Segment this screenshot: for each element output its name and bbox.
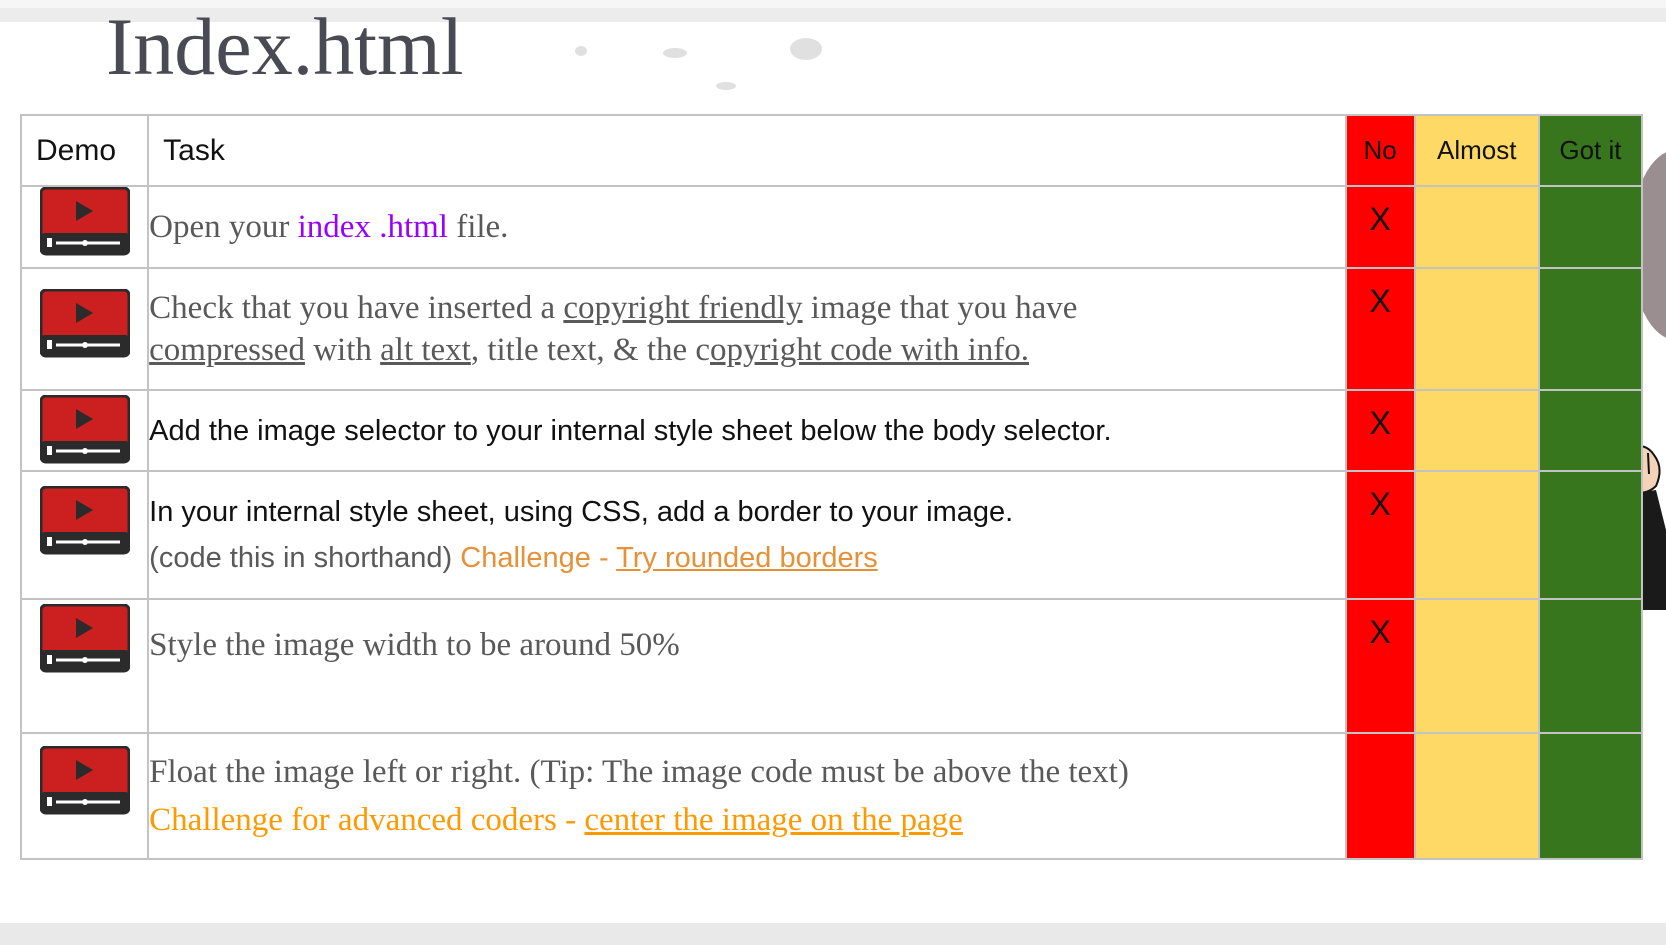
task-cell: Float the image left or right. (Tip: The… (147, 732, 1347, 860)
video-play-icon[interactable] (39, 289, 130, 359)
status-got-it-cell[interactable] (1537, 389, 1644, 472)
challenge-label: Challenge - (460, 542, 617, 574)
status-almost-cell[interactable] (1413, 732, 1540, 860)
task-cell: Style the image width to be around 50% (147, 598, 1347, 734)
task-text: , title text, & the c (470, 332, 711, 368)
demo-cell[interactable] (19, 185, 150, 269)
decorative-dot (790, 38, 822, 60)
task-text: Style the image width to be around 50% (149, 627, 680, 663)
status-almost-cell[interactable] (1413, 598, 1540, 734)
link-rounded-borders[interactable]: Try rounded borders (616, 542, 878, 574)
table-row: In your internal style sheet, using CSS,… (19, 470, 1644, 600)
status-almost-cell[interactable] (1413, 389, 1540, 472)
challenge-label: Challenge for advanced coders - (149, 802, 585, 838)
demo-cell[interactable] (19, 732, 150, 860)
x-mark: X (1369, 283, 1391, 319)
link-alt-text[interactable]: alt text (380, 332, 471, 368)
task-text: Open your (149, 209, 298, 245)
status-almost-cell[interactable] (1413, 470, 1540, 600)
decorative-dot (663, 48, 687, 58)
task-subline: Challenge for advanced coders - center t… (149, 799, 1344, 841)
status-got-it-cell[interactable] (1537, 732, 1644, 860)
x-mark: X (1369, 614, 1391, 650)
status-no-cell[interactable] (1344, 732, 1416, 860)
task-text: Add the image selector to your internal … (149, 414, 1112, 447)
status-got-it-cell[interactable] (1537, 185, 1644, 269)
x-mark: X (1369, 486, 1391, 522)
demo-cell[interactable] (19, 389, 150, 472)
video-play-icon[interactable] (39, 395, 130, 465)
header-task: Task (147, 114, 1347, 187)
page-title: Index.html (106, 1, 464, 92)
status-almost-cell[interactable] (1413, 267, 1540, 391)
decorative-dot (575, 46, 587, 56)
task-text: Check that you have inserted a (149, 290, 564, 326)
status-no-cell[interactable]: X (1344, 470, 1416, 600)
video-play-icon[interactable] (39, 187, 130, 257)
status-almost-cell[interactable] (1413, 185, 1540, 269)
task-text: file. (447, 209, 509, 245)
progress-table: Demo Task No Almost Got it Open your ind… (19, 114, 1644, 860)
video-play-icon[interactable] (39, 746, 130, 816)
table-row: Add the image selector to your internal … (19, 389, 1644, 472)
task-text: In your internal style sheet, using CSS,… (149, 496, 1014, 528)
header-got-it: Got it (1537, 114, 1644, 187)
demo-cell[interactable] (19, 598, 150, 734)
table-row: Style the image width to be around 50% X (19, 598, 1644, 734)
task-text: (code this in shorthand) (149, 542, 461, 574)
status-no-cell[interactable]: X (1344, 598, 1416, 734)
header-no: No (1344, 114, 1416, 187)
link-copyright-friendly[interactable]: copyright friendly (563, 290, 802, 326)
header-almost: Almost (1413, 114, 1540, 187)
link-compressed[interactable]: compressed (149, 332, 305, 368)
table-row: Check that you have inserted a copyright… (19, 267, 1644, 391)
x-mark: X (1369, 405, 1391, 441)
x-mark: X (1369, 201, 1391, 237)
status-no-cell[interactable]: X (1344, 267, 1416, 391)
task-text: Float the image left or right. (Tip: The… (149, 754, 1129, 790)
task-cell: Add the image selector to your internal … (147, 389, 1347, 472)
video-play-icon[interactable] (39, 604, 130, 674)
status-got-it-cell[interactable] (1537, 598, 1644, 734)
status-got-it-cell[interactable] (1537, 267, 1644, 391)
table-row: Open your index .html file. X (19, 185, 1644, 269)
task-text: image that you have (802, 290, 1078, 326)
table-header-row: Demo Task No Almost Got it (19, 114, 1644, 187)
task-cell: Check that you have inserted a copyright… (147, 267, 1347, 391)
status-no-cell[interactable]: X (1344, 389, 1416, 472)
status-got-it-cell[interactable] (1537, 470, 1644, 600)
task-subline: (code this in shorthand) Challenge - Try… (149, 538, 1344, 578)
table-row: Float the image left or right. (Tip: The… (19, 732, 1644, 860)
link-copyright-code[interactable]: opyright code with info. (710, 332, 1029, 368)
task-cell: Open your index .html file. (147, 185, 1347, 269)
header-demo: Demo (19, 114, 150, 187)
status-no-cell[interactable]: X (1344, 185, 1416, 269)
demo-cell[interactable] (19, 470, 150, 600)
task-text: with (304, 332, 381, 368)
link-center-image[interactable]: center the image on the page (584, 802, 962, 838)
brush-stroke-bottom (0, 923, 1666, 945)
decorative-dot (716, 82, 736, 90)
demo-cell[interactable] (19, 267, 150, 391)
task-link-index-html[interactable]: index .html (298, 209, 448, 245)
task-cell: In your internal style sheet, using CSS,… (147, 470, 1347, 600)
video-play-icon[interactable] (39, 486, 130, 556)
